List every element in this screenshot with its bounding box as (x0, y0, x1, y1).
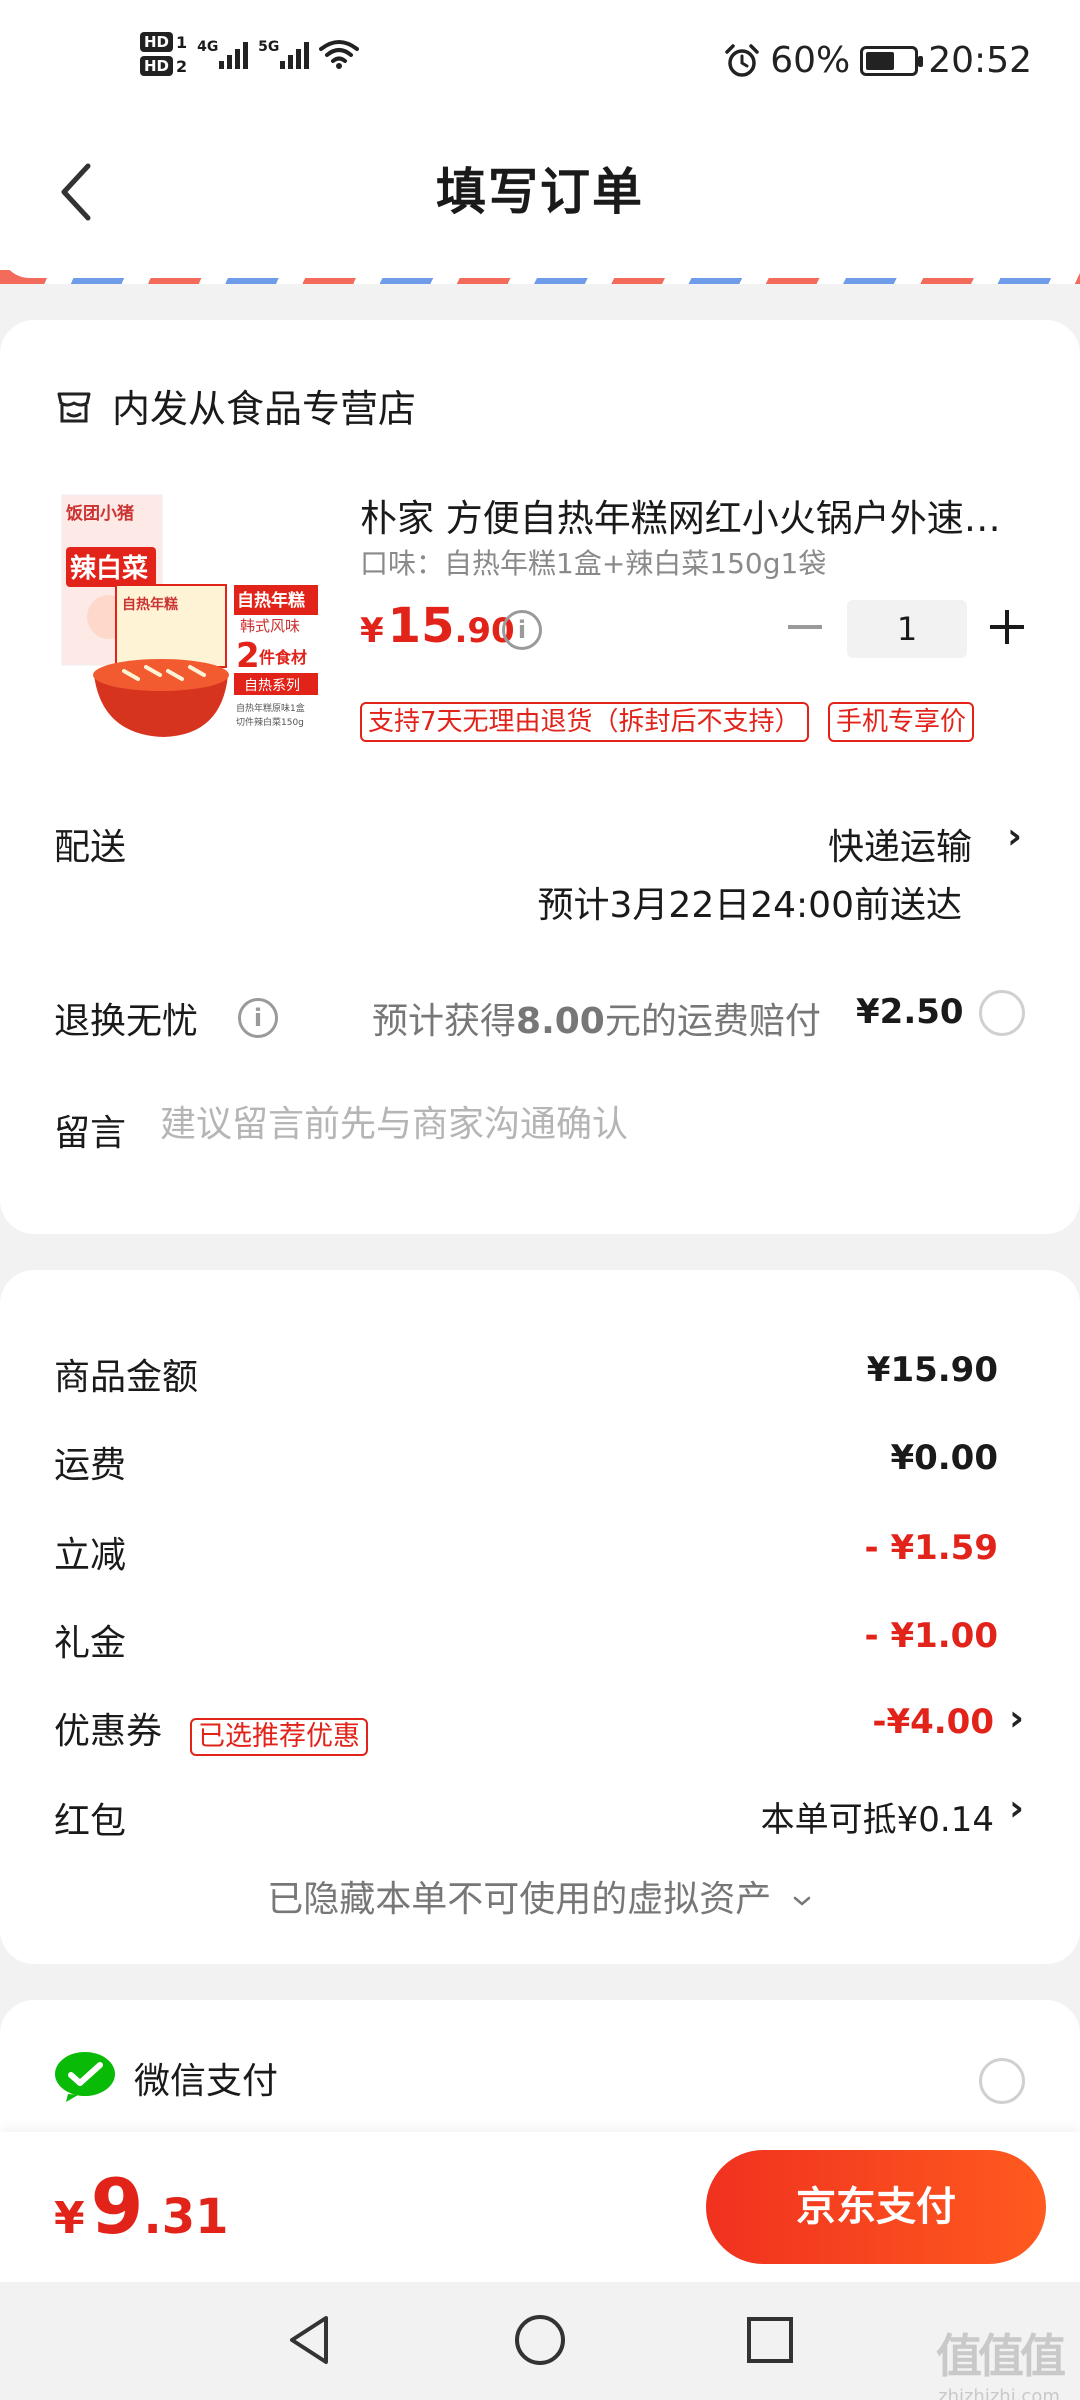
coupon-chevron-icon[interactable]: › (1009, 1698, 1024, 1739)
store-name: 内发从食品专营店 (112, 387, 417, 431)
alarm-icon (725, 43, 759, 77)
wechat-pay-icon (55, 2052, 115, 2102)
return-service-price: ¥2.50 (856, 992, 964, 1032)
status-left: HD 1 HD 2 4G 5G (140, 32, 360, 76)
product-title[interactable]: 朴家 方便自热年糕网红小火锅户外速食韩式拉面韩国 (360, 488, 1010, 542)
status-right: 60% 20:52 (724, 40, 1032, 81)
total-decimal: .31 (143, 2189, 229, 2245)
sim-1-label: 1 (176, 32, 188, 52)
message-label: 留言 (54, 1113, 127, 1154)
page-title: 填写订单 (436, 163, 644, 221)
sim-indicators: HD 1 HD 2 (140, 32, 187, 76)
signal-5g-icon: 5G (258, 39, 310, 69)
delivery-chevron-icon[interactable]: › (1007, 816, 1022, 857)
self-heat-text: 自热年糕 (237, 590, 305, 611)
watermark: 值值值 zhizhizhi.com (936, 2320, 1066, 2400)
hidden-assets-toggle[interactable]: 已隐藏本单不可使用的虚拟资产 (0, 1870, 1080, 1922)
two-text: 2 (236, 636, 260, 676)
total-currency: ¥ (54, 2193, 85, 2244)
nav-home-icon[interactable] (510, 2310, 570, 2370)
nav-back-icon[interactable] (280, 2310, 340, 2370)
wifi-icon (319, 40, 360, 69)
system-nav-bar: 值值值 zhizhizhi.com (0, 2282, 1080, 2400)
header-bottom-round (0, 248, 1080, 278)
total-price: ¥ 9 .31 (54, 2162, 229, 2251)
return-desc-post: 元的运费赔付 (604, 1001, 821, 1042)
delivery-method[interactable]: 快递运输 (828, 818, 972, 870)
store-icon (57, 392, 91, 422)
delivery-eta: 预计3月22日24:00前送达 (537, 885, 962, 926)
nav-recents-icon[interactable] (740, 2310, 800, 2370)
red-packet-label[interactable]: 红包 (54, 1792, 126, 1844)
return-info-icon[interactable]: i (238, 998, 278, 1038)
network-5g-label: 5G (258, 39, 280, 55)
status-bar: HD 1 HD 2 4G 5G 60% 20:52 (0, 0, 1080, 130)
gift-money-value: - ¥1.00 (864, 1616, 999, 1656)
signal-4g-icon: 4G (197, 39, 249, 69)
red-packet-chevron-icon[interactable]: › (1009, 1788, 1024, 1829)
watermark-logo: 值值值 (936, 2329, 1066, 2383)
brand-text: 饭团小猪 (65, 503, 134, 524)
order-card: 内发从食品专营店 饭团小猪 辣白菜 自热年糕 自热年糕 韩式风味 2 件食材 自… (0, 320, 1080, 1234)
desc2-text: 切件辣白菜150g (236, 716, 304, 728)
desc1-text: 自热年糕原味1盒 (236, 702, 305, 714)
chevron-down-icon (793, 1896, 810, 1906)
price-summary-card: 商品金额 ¥15.90 运费 ¥0.00 立减 - ¥1.59 礼金 - ¥1.… (0, 1270, 1080, 1964)
wechat-pay-label[interactable]: 微信支付 (134, 2052, 278, 2104)
coupon-recommended-tag: 已选推荐优惠 (190, 1718, 368, 1756)
ingredients-text: 件食材 (259, 648, 307, 667)
network-4g-label: 4G (197, 39, 219, 55)
battery-fill (866, 51, 894, 70)
mobile-price-tag: 手机专享价 (828, 702, 975, 742)
jd-pay-button[interactable]: 京东支付 (706, 2150, 1046, 2264)
hd-badge-1: HD (140, 32, 174, 52)
battery-icon (860, 45, 924, 76)
series-text: 自热系列 (244, 678, 300, 694)
product-price: ¥ 15 .90 (360, 598, 515, 654)
clock: 20:52 (928, 40, 1032, 81)
pack-label-text: 自热年糕 (122, 596, 178, 613)
product-image[interactable]: 饭团小猪 辣白菜 自热年糕 自热年糕 韩式风味 2 件食材 自热系列 自热年糕原… (54, 485, 324, 745)
return-service-radio[interactable] (979, 990, 1025, 1036)
coupon-label[interactable]: 优惠券 (54, 1702, 162, 1754)
delivery-label: 配送 (54, 827, 127, 868)
quantity-minus-button[interactable] (788, 625, 822, 629)
goods-amount-value: ¥15.90 (866, 1350, 998, 1390)
return-service-label: 退换无忧 (54, 1001, 199, 1042)
return-service-desc: 预计获得8.00元的运费赔付 (372, 992, 821, 1044)
kimchi-text: 辣白菜 (70, 553, 148, 584)
price-info-icon[interactable]: i (502, 610, 542, 650)
instant-discount-label: 立减 (54, 1535, 127, 1576)
watermark-url: zhizhizhi.com (938, 2386, 1060, 2400)
gift-money-label: 礼金 (54, 1623, 127, 1664)
shipping-label: 运费 (54, 1445, 127, 1486)
hidden-assets-text: 已隐藏本单不可使用的虚拟资产 (267, 1879, 772, 1920)
coupon-value[interactable]: -¥4.00 (872, 1702, 994, 1742)
quantity-value[interactable]: 1 (847, 600, 967, 658)
return-policy-tag: 支持7天无理由退货（拆封后不支持） (360, 702, 809, 742)
return-desc-amount: 8.00 (516, 1001, 605, 1042)
quantity-plus-button[interactable] (990, 610, 1024, 644)
checkout-bar: ¥ 9 .31 京东支付 (0, 2132, 1080, 2282)
total-integer: 9 (90, 2162, 144, 2251)
price-integer: 15 (387, 598, 455, 654)
red-packet-value[interactable]: 本单可抵¥0.14 (761, 1792, 994, 1841)
message-input[interactable] (160, 1104, 1000, 1145)
instant-discount-value: - ¥1.59 (864, 1528, 999, 1568)
return-desc-pre: 预计获得 (372, 1001, 517, 1042)
sim-2-label: 2 (176, 56, 188, 76)
wechat-pay-radio[interactable] (979, 2058, 1025, 2104)
product-spec[interactable]: 口味：自热年糕1盒+辣白菜150g1袋 (360, 542, 826, 582)
shipping-value: ¥0.00 (890, 1438, 998, 1478)
price-currency: ¥ (360, 611, 384, 651)
hd-badge-2: HD (140, 56, 174, 76)
korean-style-text: 韩式风味 (240, 617, 300, 635)
store-row[interactable]: 内发从食品专营店 (54, 378, 416, 433)
goods-amount-label: 商品金额 (54, 1357, 199, 1398)
battery-percent: 60% (770, 40, 851, 81)
